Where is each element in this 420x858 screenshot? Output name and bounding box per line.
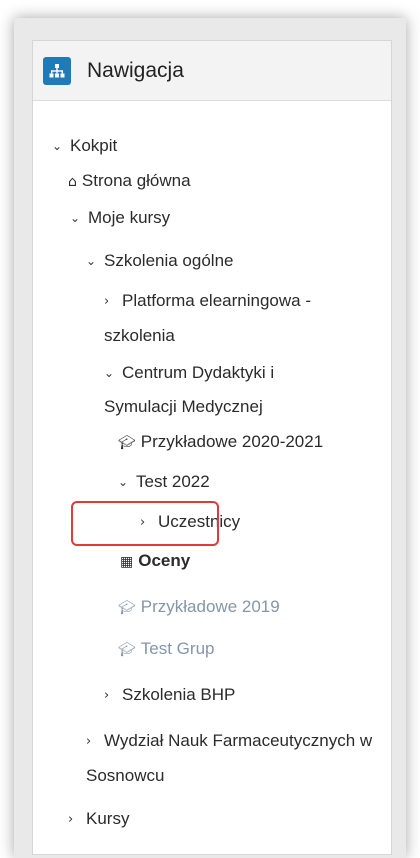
home-icon: ⌂: [68, 174, 77, 190]
chevron-down-icon: ⌄: [104, 366, 115, 380]
tree-item-test-2022[interactable]: ⌄ Test 2022: [118, 465, 210, 499]
chevron-right-icon: ›: [104, 294, 110, 309]
tree-item-label: Test Grup: [140, 639, 215, 658]
chevron-down-icon: ⌄: [52, 139, 63, 153]
chevron-down-icon: ⌄: [118, 475, 129, 489]
chevron-down-icon: ⌄: [70, 211, 81, 225]
tree-item-label: Oceny: [138, 551, 191, 570]
chevron-right-icon: ›: [68, 812, 74, 827]
tree-item-label: Przykładowe 2019: [140, 597, 280, 616]
tree-item-label: Kursy: [86, 809, 130, 828]
tree-item-szkolenia-ogolne[interactable]: ⌄ Szkolenia ogólne: [86, 244, 233, 278]
tree-item-szkolenia-bhp[interactable]: › Szkolenia BHP: [104, 678, 235, 713]
tree-item-label: Szkolenia ogólne: [104, 251, 234, 270]
tree-item-label: Strona główna: [81, 171, 191, 190]
tree-item-strona-glowna[interactable]: ⌂ Strona główna: [68, 164, 191, 199]
active-item-highlight: [71, 501, 219, 546]
chevron-down-icon: ⌄: [86, 254, 97, 268]
tree-item-label: Moje kursy: [88, 208, 171, 227]
tree-item-wydzial[interactable]: › Wydział Nauk Farmaceutycznych w Sosnowc…: [86, 724, 376, 793]
tree-item-label: Centrum Dydaktyki i Symulacji Medycznej: [104, 363, 275, 416]
graduation-cap-icon: 🎓︎: [118, 600, 136, 616]
chevron-right-icon: ›: [86, 734, 92, 749]
tree-item-label: Przykładowe 2020-2021: [140, 432, 324, 451]
tree-item-moje-kursy[interactable]: ⌄ Moje kursy: [70, 201, 170, 235]
table-icon: ▦: [120, 554, 134, 570]
sitemap-icon: [43, 56, 71, 85]
tree-item-platforma[interactable]: › Platforma elearningowa - szkolenia: [104, 284, 374, 353]
tree-item-przykladowe-2020[interactable]: 🎓︎ Przykładowe 2020-2021: [118, 425, 323, 460]
graduation-cap-icon: 🎓︎: [118, 642, 136, 658]
tree-item-label: Szkolenia BHP: [122, 685, 236, 704]
tree-item-label: Wydział Nauk Farmaceutycznych w Sosnowcu: [86, 731, 373, 785]
graduation-cap-icon: 🎓︎: [118, 435, 136, 451]
tree-item-label: Test 2022: [136, 472, 210, 491]
tree-item-test-grup[interactable]: 🎓︎ Test Grup: [118, 632, 214, 667]
tree-item-label: Kokpit: [70, 136, 118, 155]
tree-item-oceny[interactable]: ▦ Oceny: [120, 544, 190, 579]
tree-item-przykladowe-2019[interactable]: 🎓︎ Przykładowe 2019: [118, 590, 280, 625]
navigation-title: Nawigacja: [87, 58, 184, 82]
tree-item-label: Platforma elearningowa - szkolenia: [104, 291, 311, 345]
tree-item-centrum[interactable]: ⌄ Centrum Dydaktyki i Symulacji Medycznej: [104, 356, 334, 424]
navigation-header: Nawigacja: [33, 41, 391, 101]
tree-item-kokpit[interactable]: ⌄ Kokpit: [52, 129, 117, 163]
chevron-right-icon: ›: [104, 688, 110, 703]
tree-item-kursy[interactable]: › Kursy: [68, 802, 129, 837]
